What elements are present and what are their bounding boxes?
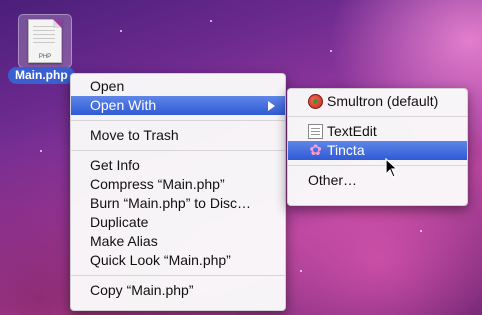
mouse-cursor-icon [385,158,399,178]
separator [71,150,285,151]
desktop-file[interactable]: PHP [18,14,72,68]
star [420,230,422,232]
menu-item-duplicate[interactable]: Duplicate [71,213,285,232]
star [330,50,332,52]
open-with-submenu: Smultron (default) TextEdit ✿ Tincta Oth… [287,88,468,206]
submenu-arrow-icon [268,101,275,111]
menu-item-compress[interactable]: Compress “Main.php” [71,175,285,194]
star [210,20,212,22]
menu-item-quick-look[interactable]: Quick Look “Main.php” [71,251,285,270]
menu-item-burn[interactable]: Burn “Main.php” to Disc… [71,194,285,213]
menu-item-copy[interactable]: Copy “Main.php” [71,281,285,300]
separator [288,165,467,166]
tincta-icon: ✿ [309,142,322,159]
star [300,270,302,272]
file-name-label[interactable]: Main.php [8,67,75,84]
menu-item-move-to-trash[interactable]: Move to Trash [71,126,285,145]
menu-item-make-alias[interactable]: Make Alias [71,232,285,251]
star [120,30,122,32]
submenu-item-other[interactable]: Other… [288,171,467,190]
menu-item-label: Open With [90,97,157,113]
context-menu: Open Open With Move to Trash Get Info Co… [70,73,286,311]
submenu-item-smultron[interactable]: Smultron (default) [288,92,467,111]
menu-item-open[interactable]: Open [71,77,285,96]
smultron-icon [308,94,323,109]
separator [288,116,467,117]
menu-item-get-info[interactable]: Get Info [71,156,285,175]
separator [71,120,285,121]
submenu-item-textedit[interactable]: TextEdit [288,122,467,141]
star [40,150,42,152]
textedit-icon [308,124,323,139]
separator [71,275,285,276]
submenu-item-tincta[interactable]: ✿ Tincta [288,141,467,160]
menu-item-open-with[interactable]: Open With [71,96,285,115]
php-file-icon: PHP [28,19,62,63]
file-badge: PHP [38,54,52,60]
submenu-item-label: Smultron (default) [327,93,439,109]
